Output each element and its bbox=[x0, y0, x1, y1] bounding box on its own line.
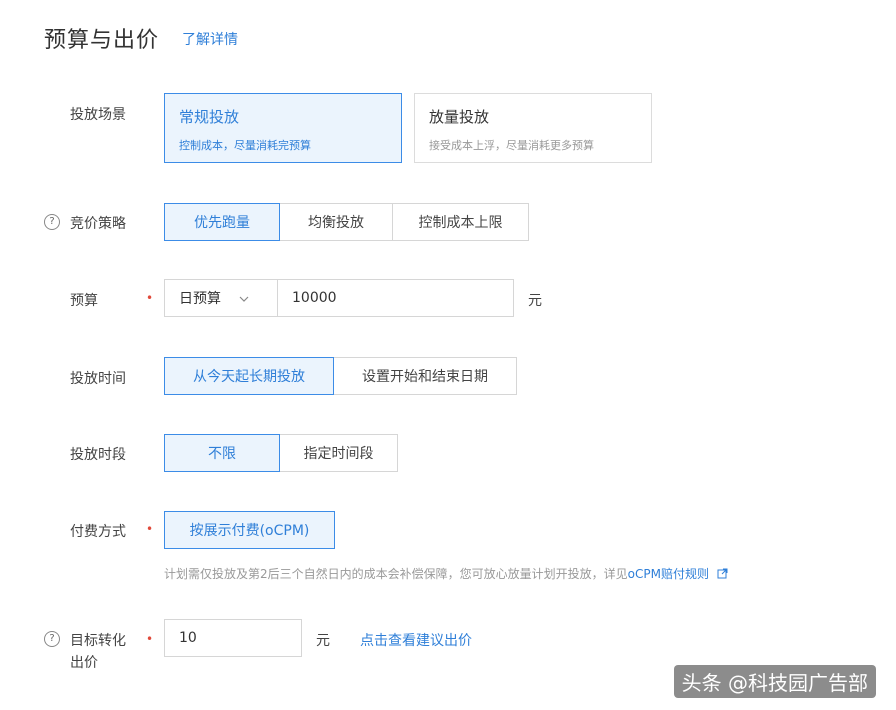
bid-option-balanced[interactable]: 均衡投放 bbox=[279, 203, 393, 241]
page-title: 预算与出价 bbox=[44, 28, 160, 53]
scene-option-title: 放量投放 bbox=[429, 108, 490, 126]
billing-label: 付费方式 bbox=[70, 524, 126, 540]
required-mark: • bbox=[146, 291, 154, 305]
scene-option-desc: 接受成本上浮，尽量消耗更多预算 bbox=[429, 139, 594, 152]
billing-hint-text: 计划需仅投放及第2后三个自然日内的成本会补偿保障，您可放心放量计划开投放，详见 bbox=[164, 567, 628, 581]
scene-option-title: 常规投放 bbox=[179, 108, 240, 126]
schedule-label: 投放时间 bbox=[70, 371, 126, 387]
schedule-option-long-term[interactable]: 从今天起长期投放 bbox=[164, 357, 334, 395]
help-circle-icon[interactable]: ? bbox=[44, 214, 60, 230]
target-bid-input[interactable]: 10 bbox=[164, 619, 302, 657]
scene-option-desc: 控制成本，尽量消耗完预算 bbox=[179, 139, 311, 152]
budget-label: 预算 bbox=[70, 293, 98, 309]
bid-strategy-label: 竞价策略 bbox=[70, 216, 126, 232]
scene-option-regular[interactable]: 常规投放 控制成本，尽量消耗完预算 bbox=[164, 93, 402, 163]
suggest-bid-link[interactable]: 点击查看建议出价 bbox=[360, 630, 472, 650]
bid-option-priority-volume[interactable]: 优先跑量 bbox=[164, 203, 280, 241]
time-slot-segment: 不限 指定时间段 bbox=[164, 434, 398, 472]
target-bid-unit: 元 bbox=[316, 633, 330, 649]
help-circle-icon[interactable]: ? bbox=[44, 631, 60, 647]
watermark: 头条 @科技园广告部 bbox=[673, 665, 876, 698]
chevron-down-icon bbox=[239, 290, 249, 306]
budget-type-value: 日预算 bbox=[179, 291, 221, 307]
budget-amount-input[interactable]: 10000 bbox=[277, 279, 514, 317]
bid-option-cost-cap[interactable]: 控制成本上限 bbox=[392, 203, 529, 241]
external-link-icon[interactable] bbox=[717, 568, 728, 582]
required-mark: • bbox=[146, 632, 154, 646]
required-mark: • bbox=[146, 522, 154, 536]
scene-label: 投放场景 bbox=[70, 107, 126, 123]
time-slot-option-unlimited[interactable]: 不限 bbox=[164, 434, 280, 472]
schedule-segment: 从今天起长期投放 设置开始和结束日期 bbox=[164, 357, 517, 395]
budget-type-select[interactable]: 日预算 bbox=[164, 279, 278, 317]
billing-hint: 计划需仅投放及第2后三个自然日内的成本会补偿保障，您可放心放量计划开投放，详见o… bbox=[164, 565, 864, 582]
billing-option-ocpm[interactable]: 按展示付费(oCPM) bbox=[164, 511, 335, 549]
billing-segment: 按展示付费(oCPM) bbox=[164, 511, 335, 549]
scene-option-volume[interactable]: 放量投放 接受成本上浮，尽量消耗更多预算 bbox=[414, 93, 652, 163]
target-bid-label: 目标转化出价 bbox=[70, 633, 126, 671]
schedule-option-date-range[interactable]: 设置开始和结束日期 bbox=[333, 357, 517, 395]
time-slot-option-specific[interactable]: 指定时间段 bbox=[279, 434, 398, 472]
learn-more-link[interactable]: 了解详情 bbox=[182, 29, 238, 49]
ocpm-rules-link[interactable]: oCPM赔付规则 bbox=[628, 567, 709, 581]
time-slot-label: 投放时段 bbox=[70, 447, 126, 463]
budget-unit: 元 bbox=[528, 293, 542, 309]
bid-strategy-segment: 优先跑量 均衡投放 控制成本上限 bbox=[164, 203, 529, 241]
